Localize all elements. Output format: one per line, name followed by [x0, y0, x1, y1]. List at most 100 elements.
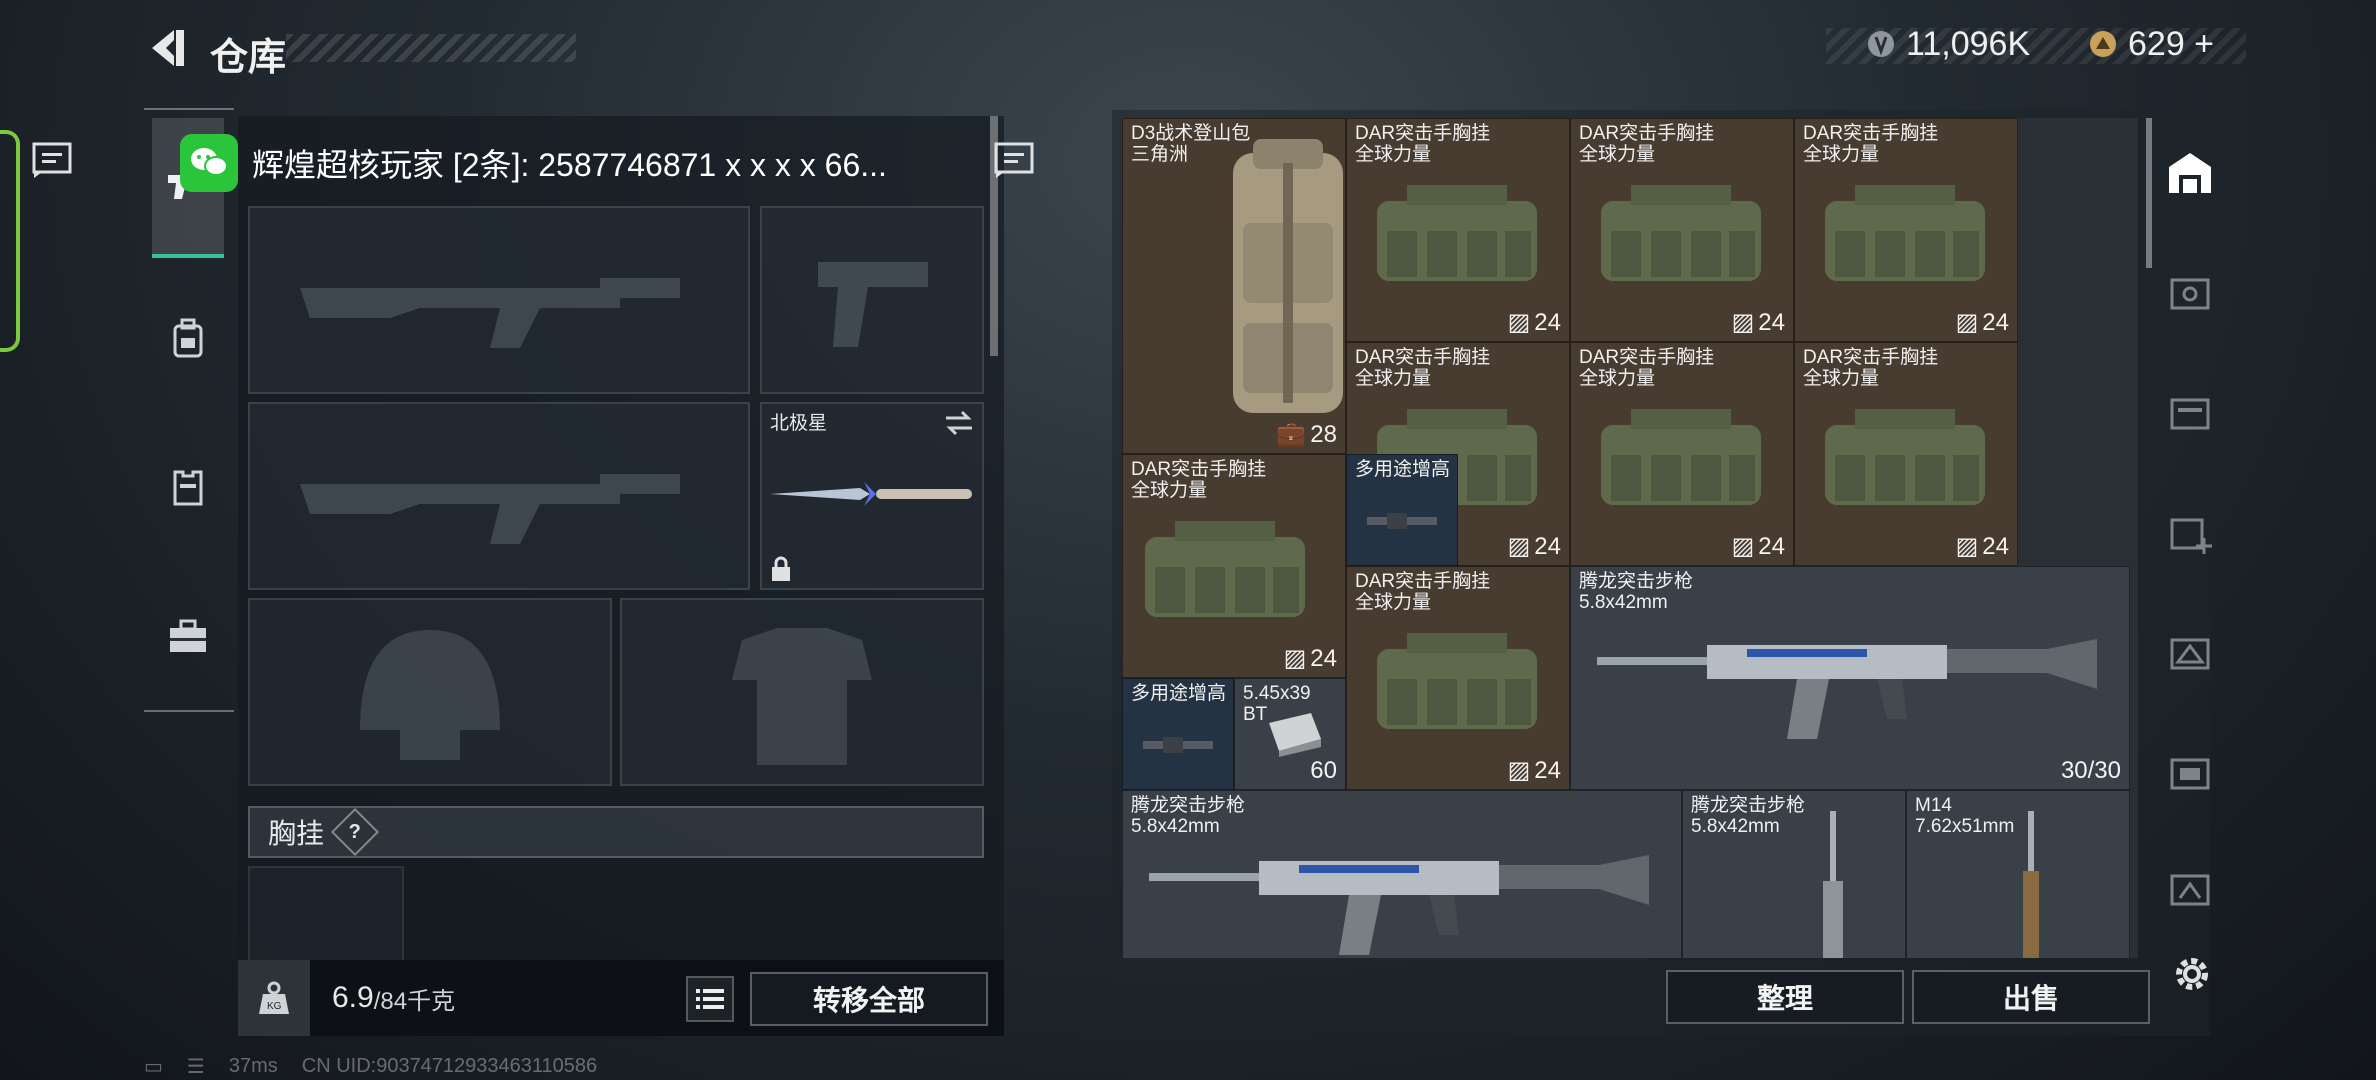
wechat-notification[interactable]: 辉煌超核玩家 [2条]: 2587746871 x x x x 66... [180, 128, 887, 198]
gold-coin-icon [2090, 31, 2116, 57]
category-tabs [144, 108, 234, 712]
inventory-item[interactable]: DAR突击手胸挂 全球力量 ▨ 24 [1346, 566, 1570, 790]
item-name: 多用途增高 [1131, 683, 1227, 704]
storage-tabs [2160, 140, 2220, 920]
chest-rig-item-icon [1825, 409, 1985, 505]
expansion-tab-4-icon[interactable] [2160, 624, 2220, 680]
storage-scrollbar[interactable] [2146, 118, 2152, 268]
item-sub: 全球力量 [1579, 368, 1656, 389]
warehouse-screen: 仓库 11,096K 629 + 北极星 胸挂 ? 辉煌超核玩家 [2条]: 2… [0, 0, 2376, 1080]
expansion-tab-6-icon[interactable] [2160, 860, 2220, 916]
inventory-item[interactable]: DAR突击手胸挂 全球力量 ▨ 24 [1570, 118, 1794, 342]
riser-mount-icon [1143, 737, 1213, 753]
lock-icon [772, 556, 790, 581]
gold-currency[interactable]: 629 + [2088, 24, 2214, 64]
item-sub: 全球力量 [1355, 592, 1432, 613]
chest-rig-item-icon [1601, 409, 1761, 505]
inventory-item[interactable]: 多用途增高 [1346, 454, 1458, 566]
inventory-item[interactable]: M14 7.62x51mm [1906, 790, 2130, 958]
inventory-item[interactable]: DAR突击手胸挂 全球力量 ▨ 24 [1122, 454, 1346, 678]
item-name: 腾龙突击步枪 [1691, 795, 1806, 816]
rifle-vertical-icon [1823, 811, 1843, 958]
tab-vest[interactable] [152, 450, 224, 522]
backpack-item-icon [1233, 139, 1343, 413]
warehouse-tab-icon[interactable] [2160, 144, 2220, 200]
item-count: 24 [1982, 532, 2009, 560]
bag-icon: 💼 [1276, 421, 1307, 448]
chest-rig-icon: ▨ [1507, 309, 1531, 336]
chat-icon[interactable] [992, 140, 1036, 180]
primary-weapon-slot[interactable] [248, 206, 750, 394]
list-view-button[interactable] [686, 976, 734, 1022]
expansion-tab-2-icon[interactable] [2160, 384, 2220, 440]
helmet-silhouette-icon [360, 630, 500, 760]
assault-rifle-item-icon [1597, 639, 2097, 739]
chest-rig-icon: ▨ [1731, 309, 1755, 336]
wifi-icon: ☰ [186, 1056, 205, 1078]
item-name: 腾龙突击步枪 [1131, 795, 1246, 816]
inventory-item[interactable]: DAR突击手胸挂 全球力量 ▨ 24 [1794, 342, 2018, 566]
inventory-item[interactable]: DAR突击手胸挂 全球力量 ▨ 24 [1570, 342, 1794, 566]
item-sub: 全球力量 [1355, 144, 1432, 165]
chat-icon[interactable] [30, 140, 74, 180]
secondary-weapon-slot[interactable] [248, 402, 750, 590]
list-icon [696, 989, 724, 1009]
chest-rig-item-icon [1825, 185, 1985, 281]
chest-rig-label: 胸挂 [268, 818, 325, 849]
melee-slot[interactable]: 北极星 [760, 402, 984, 590]
svg-text:KG: KG [267, 1001, 282, 1012]
expansion-tab-1-icon[interactable] [2160, 264, 2220, 320]
swap-icon[interactable] [944, 410, 974, 436]
pistol-slot[interactable] [760, 206, 984, 394]
tab-case[interactable] [152, 600, 224, 672]
ping-text: 37ms [228, 1055, 278, 1077]
silver-currency[interactable]: 11,096K [1866, 24, 2030, 64]
side-drawer-handle[interactable] [0, 130, 20, 352]
item-count: 24 [1982, 308, 2009, 336]
item-sub: 5.8x42mm [1691, 816, 1780, 837]
back-arrow-icon[interactable] [140, 26, 190, 70]
sell-button[interactable]: 出售 [1912, 970, 2150, 1024]
page-title: 仓库 [210, 37, 287, 79]
item-name: DAR突击手胸挂 [1579, 123, 1715, 144]
item-name: DAR突击手胸挂 [1803, 347, 1939, 368]
gold-amount: 629 + [2128, 24, 2215, 63]
item-ammo-count: 30/30 [2060, 757, 2121, 784]
tab-backpack[interactable] [152, 302, 224, 374]
item-sub: 7.62x51mm [1915, 816, 2015, 837]
inventory-item[interactable]: 腾龙突击步枪 5.8x42mm 30/30 [1570, 566, 2130, 790]
equipment-panel: 北极星 [238, 116, 1004, 1036]
inventory-item[interactable]: DAR突击手胸挂 全球力量 ▨ 24 [1346, 118, 1570, 342]
chest-rig-item-icon [1377, 185, 1537, 281]
rifle-silhouette-icon [300, 474, 680, 544]
riser-mount-icon [1367, 513, 1437, 529]
inventory-item[interactable]: 5.45x39 BT 60 [1234, 678, 1346, 790]
sort-button[interactable]: 整理 [1666, 970, 1904, 1024]
item-name: M14 [1915, 795, 1952, 816]
inventory-item[interactable]: 多用途增高 [1122, 678, 1234, 790]
inventory-item[interactable]: 腾龙突击步枪 5.8x42mm [1122, 790, 1682, 958]
expansion-tab-3-icon[interactable] [2160, 504, 2220, 560]
transfer-all-button[interactable]: 转移全部 [750, 972, 988, 1026]
vest-icon [173, 470, 203, 506]
item-sub: 全球力量 [1803, 144, 1880, 165]
inventory-item[interactable]: 腾龙突击步枪 5.8x42mm [1682, 790, 1906, 958]
item-count: 24 [1758, 532, 1785, 560]
help-button[interactable]: ? [330, 807, 380, 857]
chest-rig-icon: ▨ [1955, 309, 1979, 336]
weight-current: 6.9 [332, 981, 374, 1014]
item-count: 24 [1534, 308, 1561, 336]
inventory-item[interactable]: DAR突击手胸挂 全球力量 ▨ 24 [1794, 118, 2018, 342]
settings-gear-icon[interactable] [2170, 952, 2214, 996]
chest-rig-slot[interactable] [248, 866, 404, 966]
armor-slot[interactable] [620, 598, 984, 786]
expansion-tab-5-icon[interactable] [2160, 744, 2220, 800]
chest-rig-header: 胸挂 ? [248, 806, 984, 858]
kg-weight-icon: KG [238, 960, 310, 1036]
uid-text: CN UID:903747129334631105​86 [301, 1055, 598, 1077]
helmet-slot[interactable] [248, 598, 612, 786]
item-sub: 全球力量 [1579, 144, 1656, 165]
inventory-item[interactable]: D3战术登山包 三角洲 💼 28 [1122, 118, 1346, 454]
item-sub: 全球力量 [1355, 368, 1432, 389]
item-count: 24 [1534, 532, 1561, 560]
